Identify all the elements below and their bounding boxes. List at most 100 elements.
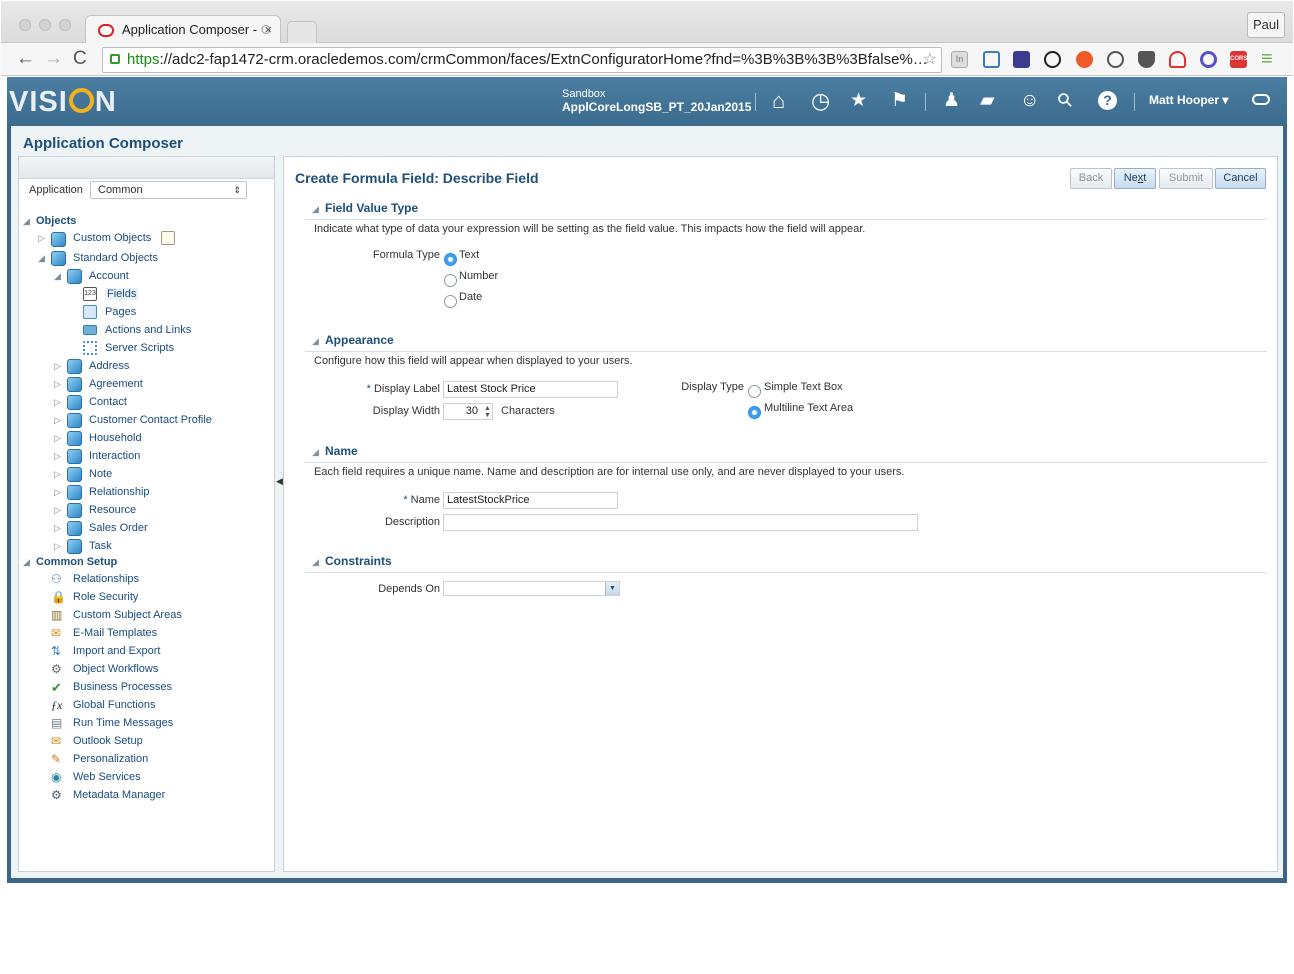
window-minimize-button[interactable] [39, 19, 51, 31]
radio-multiline-text-area[interactable] [748, 406, 761, 419]
tree-item-pages[interactable]: Pages [105, 306, 136, 318]
tree-item-server-scripts[interactable]: Server Scripts [105, 342, 174, 354]
expanded-triangle-icon[interactable]: ◢ [23, 216, 30, 227]
tree-item-address[interactable]: Address [89, 360, 129, 372]
tree-item-customer-contact-profile[interactable]: Customer Contact Profile [89, 414, 212, 426]
tree-item-web-services[interactable]: Web Services [73, 771, 141, 783]
collapsed-triangle-icon[interactable]: ▷ [54, 397, 61, 408]
browser-tab-application-composer[interactable]: Application Composer - O × [85, 15, 281, 44]
back-arrow-icon[interactable]: ← [16, 49, 35, 69]
window-zoom-button[interactable] [59, 19, 71, 31]
collapsed-triangle-icon[interactable]: ▷ [54, 433, 61, 444]
display-label-input[interactable]: Latest Stock Price [443, 381, 618, 398]
user-menu[interactable]: Matt Hooper ▾ [1149, 93, 1228, 107]
section-collapse-icon[interactable]: ◢ [312, 447, 319, 458]
tree-item-fields[interactable]: Fields [105, 288, 139, 300]
tree-item-object-workflows[interactable]: Object Workflows [73, 663, 158, 675]
expanded-triangle-icon[interactable]: ◢ [54, 271, 61, 282]
window-close-button[interactable] [19, 19, 31, 31]
name-input[interactable]: LatestStockPrice [443, 492, 618, 509]
forward-arrow-icon[interactable]: → [44, 49, 63, 69]
tree-item-sales-order[interactable]: Sales Order [89, 522, 148, 534]
favorites-icon[interactable]: ★ [850, 91, 867, 111]
accessibility-icon[interactable]: ☺ [1020, 91, 1039, 111]
extension-heart-icon[interactable] [1169, 51, 1186, 68]
flag-icon[interactable]: ⚑ [891, 91, 908, 111]
radio-text[interactable] [444, 253, 457, 266]
section-collapse-icon[interactable]: ◢ [312, 336, 319, 347]
tree-item-standard-objects[interactable]: Standard Objects [73, 252, 158, 264]
cancel-button[interactable]: Cancel [1215, 168, 1266, 189]
collapsed-triangle-icon[interactable]: ▷ [54, 379, 61, 390]
extension-folder-icon[interactable] [983, 51, 1000, 68]
tree-item-role-security[interactable]: Role Security [73, 591, 138, 603]
tree-item-email-templates[interactable]: E-Mail Templates [73, 627, 157, 639]
splitter-collapse-icon[interactable]: ◀ [276, 476, 283, 492]
tree-item-custom-objects[interactable]: Custom Objects [73, 232, 151, 244]
collapsed-triangle-icon[interactable]: ▷ [54, 487, 61, 498]
extension-c-icon[interactable] [1200, 51, 1217, 68]
tree-item-agreement[interactable]: Agreement [89, 378, 143, 390]
menu-icon[interactable]: ≡ [1261, 49, 1273, 69]
search-icon[interactable]: ⚲ [1053, 88, 1078, 113]
tree-item-account[interactable]: Account [89, 270, 129, 282]
expanded-triangle-icon[interactable]: ◢ [38, 253, 45, 264]
tree-item-relationship[interactable]: Relationship [89, 486, 150, 498]
tree-item-interaction[interactable]: Interaction [89, 450, 140, 462]
reload-icon[interactable]: C [73, 49, 87, 69]
collapsed-triangle-icon[interactable]: ▷ [54, 541, 61, 552]
home-icon[interactable]: ⌂ [772, 90, 785, 112]
tree-item-contact[interactable]: Contact [89, 396, 127, 408]
browser-profile-button[interactable]: Paul [1247, 12, 1285, 38]
tree-item-business-processes[interactable]: Business Processes [73, 681, 172, 693]
section-collapse-icon[interactable]: ◢ [312, 557, 319, 568]
collapsed-triangle-icon[interactable]: ▷ [54, 361, 61, 372]
extension-in-icon[interactable]: In [951, 51, 968, 68]
radio-simple-text-box[interactable] [748, 385, 761, 398]
chat-icon[interactable]: ▰ [980, 91, 995, 111]
new-tab-button[interactable] [287, 21, 317, 43]
objects-section[interactable]: Objects [36, 215, 76, 227]
extension-cors-icon[interactable]: CORS [1230, 51, 1247, 68]
extension-pocket-icon[interactable] [1138, 51, 1155, 68]
address-bar[interactable]: https://adc2-fap1472-crm.oracledemos.com… [102, 47, 942, 73]
collapsed-triangle-icon[interactable]: ▷ [54, 469, 61, 480]
description-input[interactable] [443, 514, 918, 531]
tree-item-run-time-messages[interactable]: Run Time Messages [73, 717, 173, 729]
tree-item-task[interactable]: Task [89, 540, 112, 552]
vision-logo[interactable]: VISI N [9, 86, 117, 119]
tree-item-import-and-export[interactable]: Import and Export [73, 645, 160, 657]
sandbox-indicator[interactable]: Sandbox ApplCoreLongSB_PT_20Jan2015 [562, 88, 751, 115]
depends-on-select[interactable]: ▼ [443, 581, 620, 596]
create-object-icon[interactable] [161, 231, 175, 245]
radio-number[interactable] [444, 274, 457, 287]
chevron-down-icon[interactable]: ▼ [605, 582, 619, 595]
expanded-triangle-icon[interactable]: ◢ [23, 557, 30, 568]
toggle-icon[interactable] [1252, 94, 1270, 105]
spinner-up-icon[interactable]: ▲ [484, 405, 491, 412]
collapsed-triangle-icon[interactable]: ▷ [54, 415, 61, 426]
extension-shield-icon[interactable] [1013, 51, 1030, 68]
collapsed-triangle-icon[interactable]: ▷ [54, 523, 61, 534]
tree-item-relationships[interactable]: Relationships [73, 573, 139, 585]
tab-close-icon[interactable]: × [264, 16, 272, 44]
tree-item-resource[interactable]: Resource [89, 504, 136, 516]
tree-item-global-functions[interactable]: Global Functions [73, 699, 156, 711]
collapsed-triangle-icon[interactable]: ▷ [54, 505, 61, 516]
tree-item-note[interactable]: Note [89, 468, 112, 480]
next-button[interactable]: Next [1114, 168, 1156, 189]
extension-sync-icon[interactable] [1044, 51, 1061, 68]
notifications-icon[interactable]: ♟ [943, 91, 960, 111]
back-button[interactable]: Back [1070, 168, 1112, 189]
section-collapse-icon[interactable]: ◢ [312, 204, 319, 215]
star-icon[interactable]: ☆ [923, 48, 937, 72]
extension-info-icon[interactable] [1107, 51, 1124, 68]
tree-item-personalization[interactable]: Personalization [73, 753, 148, 765]
collapsed-triangle-icon[interactable]: ▷ [38, 233, 45, 244]
spinner-down-icon[interactable]: ▼ [484, 412, 491, 419]
extension-ublock-icon[interactable] [1076, 51, 1093, 68]
help-icon[interactable]: ? [1098, 91, 1117, 110]
tree-item-household[interactable]: Household [89, 432, 142, 444]
tree-item-outlook-setup[interactable]: Outlook Setup [73, 735, 143, 747]
common-setup-section[interactable]: Common Setup [36, 556, 117, 568]
